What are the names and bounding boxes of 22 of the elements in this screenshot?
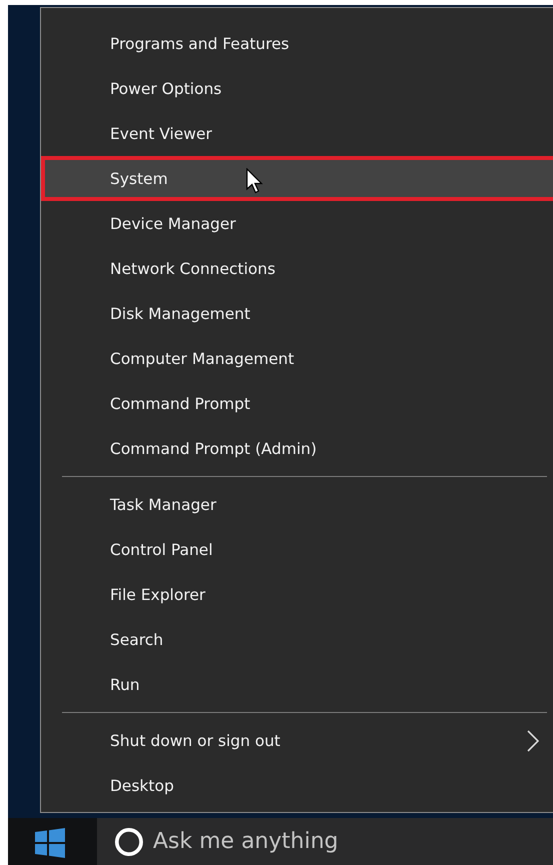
menu-item[interactable]: Desktop bbox=[41, 763, 553, 808]
circle-icon bbox=[115, 828, 143, 856]
menu-item[interactable]: Device Manager bbox=[41, 201, 553, 246]
menu-item[interactable]: Programs and Features bbox=[41, 21, 553, 66]
windows-logo-icon[interactable] bbox=[35, 828, 65, 858]
menu-item[interactable]: Shut down or sign out bbox=[41, 718, 553, 763]
menu-item[interactable]: File Explorer bbox=[41, 572, 553, 617]
mouse-cursor-icon bbox=[246, 168, 264, 194]
menu-item[interactable]: Event Viewer bbox=[41, 111, 553, 156]
menu-item[interactable]: Disk Management bbox=[41, 291, 553, 336]
menu-item[interactable]: Run bbox=[41, 662, 553, 707]
menu-item[interactable]: Task Manager bbox=[41, 482, 553, 527]
menu-item[interactable]: Command Prompt (Admin) bbox=[41, 426, 553, 471]
menu-item[interactable]: Power Options bbox=[41, 66, 553, 111]
search-placeholder: Ask me anything bbox=[153, 829, 338, 854]
menu-item[interactable]: Search bbox=[41, 617, 553, 662]
search-field[interactable]: Ask me anything bbox=[97, 818, 553, 865]
menu-item[interactable]: System bbox=[41, 156, 553, 201]
menu-item[interactable]: Computer Management bbox=[41, 336, 553, 381]
menu-item[interactable]: Control Panel bbox=[41, 527, 553, 572]
menu-item[interactable]: Command Prompt bbox=[41, 381, 553, 426]
menu-item[interactable]: Network Connections bbox=[41, 246, 553, 291]
